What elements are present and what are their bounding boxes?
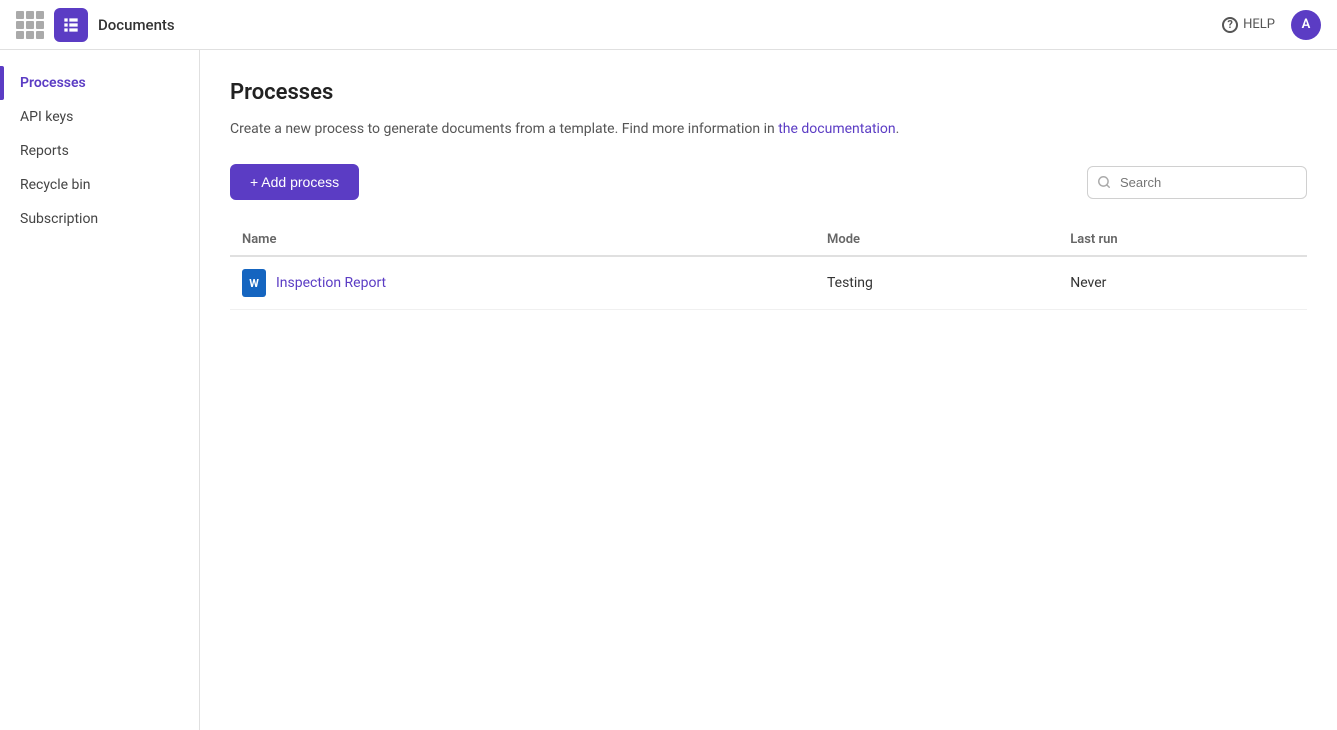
help-icon: ? xyxy=(1222,17,1238,33)
topbar-left: Documents xyxy=(16,8,175,42)
avatar[interactable]: A xyxy=(1291,10,1321,40)
description: Create a new process to generate documen… xyxy=(230,119,1307,140)
sidebar-item-api-keys[interactable]: API keys xyxy=(0,100,199,134)
add-process-button[interactable]: + Add process xyxy=(230,164,359,200)
sidebar-item-reports[interactable]: Reports xyxy=(0,134,199,168)
process-name[interactable]: Inspection Report xyxy=(276,275,386,291)
col-mode: Mode xyxy=(815,224,1058,256)
grid-menu-icon[interactable] xyxy=(16,11,44,39)
search-input[interactable] xyxy=(1087,166,1307,199)
processes-table: Name Mode Last run W Inspection Report xyxy=(230,224,1307,310)
word-icon: W xyxy=(242,269,266,297)
sidebar-item-processes[interactable]: Processes xyxy=(0,66,199,100)
avatar-letter: A xyxy=(1302,17,1311,32)
topbar-right: ? HELP A xyxy=(1222,10,1321,40)
add-process-label: + Add process xyxy=(250,174,339,190)
page-title: Processes xyxy=(230,80,1307,105)
col-last-run: Last run xyxy=(1058,224,1307,256)
search-icon xyxy=(1097,175,1111,189)
cell-last-run: Never xyxy=(1058,256,1307,310)
layout: Processes API keys Reports Recycle bin S… xyxy=(0,50,1337,730)
table-row[interactable]: W Inspection Report Testing Never xyxy=(230,256,1307,310)
sidebar-label-processes: Processes xyxy=(20,75,86,91)
sidebar: Processes API keys Reports Recycle bin S… xyxy=(0,50,200,730)
cell-name: W Inspection Report xyxy=(230,256,815,310)
sidebar-label-subscription: Subscription xyxy=(20,211,98,227)
description-text: Create a new process to generate documen… xyxy=(230,121,778,137)
sidebar-item-recycle-bin[interactable]: Recycle bin xyxy=(0,168,199,202)
description-end: . xyxy=(896,121,900,137)
name-cell: W Inspection Report xyxy=(242,269,803,297)
col-name: Name xyxy=(230,224,815,256)
help-label: HELP xyxy=(1243,17,1275,32)
main-content: Processes Create a new process to genera… xyxy=(200,50,1337,730)
documentation-link[interactable]: the documentation xyxy=(778,121,895,137)
cell-mode: Testing xyxy=(815,256,1058,310)
sidebar-item-subscription[interactable]: Subscription xyxy=(0,202,199,236)
sidebar-label-reports: Reports xyxy=(20,143,69,159)
help-link[interactable]: ? HELP xyxy=(1222,17,1275,33)
app-icon xyxy=(54,8,88,42)
table-body: W Inspection Report Testing Never xyxy=(230,256,1307,310)
sidebar-label-api-keys: API keys xyxy=(20,109,73,125)
toolbar: + Add process xyxy=(230,164,1307,200)
table-header: Name Mode Last run xyxy=(230,224,1307,256)
sidebar-label-recycle-bin: Recycle bin xyxy=(20,177,91,193)
topbar: Documents ? HELP A xyxy=(0,0,1337,50)
search-wrap xyxy=(1087,166,1307,199)
app-title: Documents xyxy=(98,16,175,34)
